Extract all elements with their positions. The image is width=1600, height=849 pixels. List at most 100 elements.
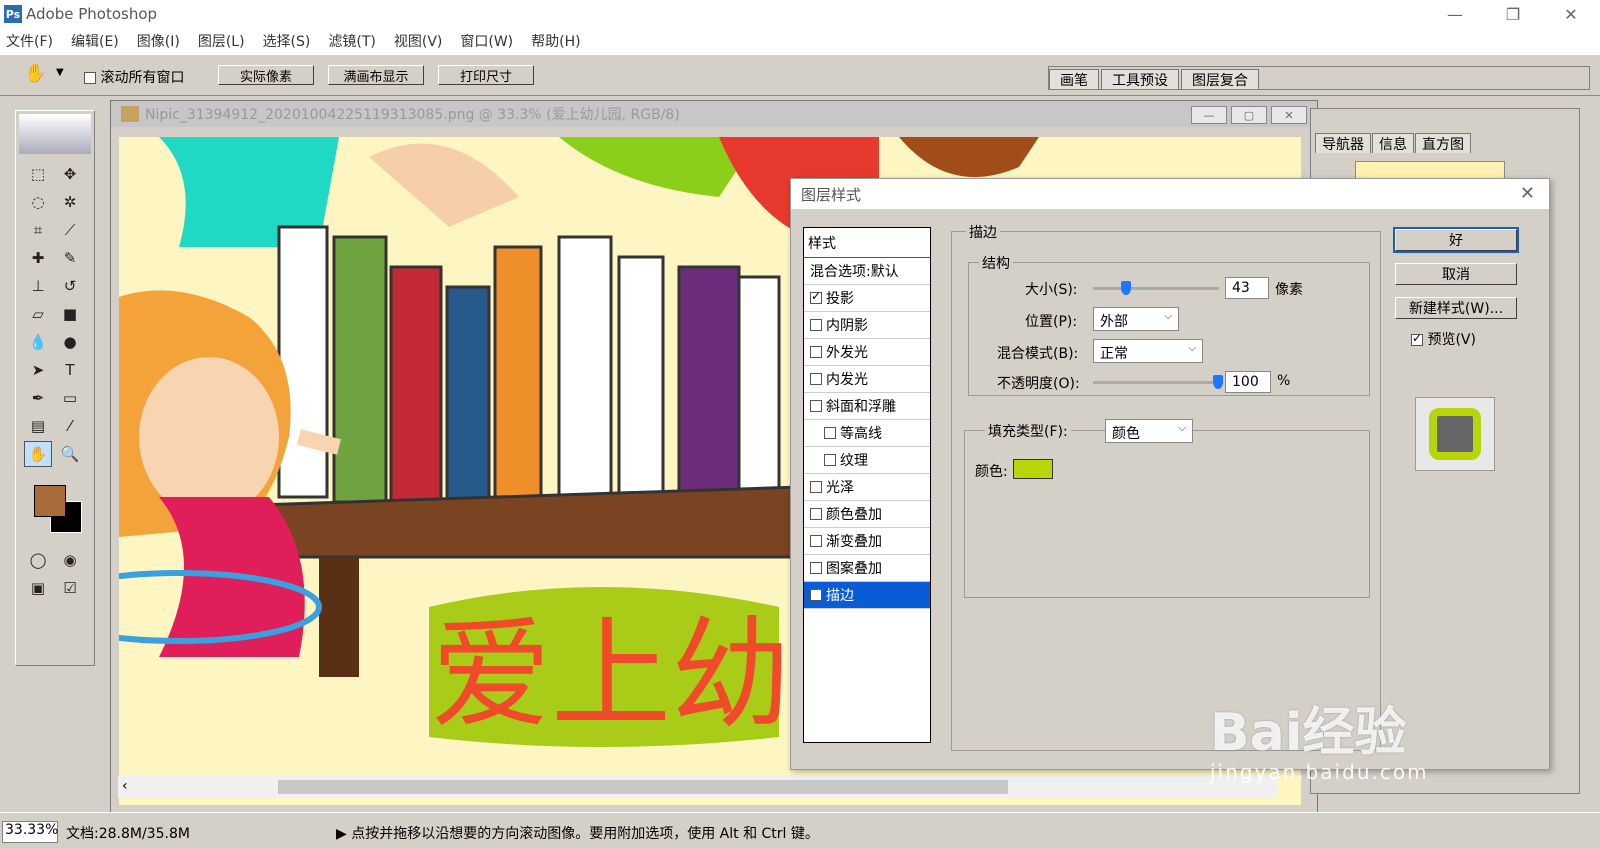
tab-brushes[interactable]: 画笔: [1049, 69, 1099, 89]
menu-file[interactable]: 文件(F): [6, 31, 53, 51]
style-checkbox[interactable]: [810, 535, 822, 547]
lasso-tool-icon[interactable]: ◌: [24, 189, 52, 215]
standard-mode-icon[interactable]: ◯: [24, 547, 52, 573]
dialog-titlebar[interactable]: 图层样式 ✕: [791, 179, 1549, 209]
size-input[interactable]: 43: [1225, 277, 1269, 299]
notes-tool-icon[interactable]: ▤: [24, 413, 52, 439]
new-style-button[interactable]: 新建样式(W)...: [1395, 297, 1517, 319]
fit-screen-button[interactable]: 满画布显示: [328, 65, 424, 85]
scroll-left-icon[interactable]: ‹: [122, 778, 128, 794]
eyedropper-icon[interactable]: ⁄: [56, 413, 84, 439]
opacity-input[interactable]: 100: [1225, 371, 1271, 393]
document-titlebar[interactable]: Nipic_31394912_20201004225119313085.png …: [111, 101, 1317, 127]
zoom-tool-icon[interactable]: 🔍: [56, 441, 84, 467]
style-checkbox[interactable]: [810, 481, 822, 493]
style-item-bevel-emboss[interactable]: 斜面和浮雕: [804, 393, 930, 420]
healing-brush-icon[interactable]: ✚: [24, 245, 52, 271]
style-item-satin[interactable]: 光泽: [804, 474, 930, 501]
opacity-slider-knob[interactable]: [1213, 375, 1223, 389]
eraser-tool-icon[interactable]: ▱: [24, 301, 52, 327]
blend-options-item[interactable]: 混合选项:默认: [804, 258, 930, 285]
size-slider[interactable]: [1093, 287, 1219, 290]
hand-tool-icon[interactable]: ✋: [24, 63, 46, 84]
magic-wand-icon[interactable]: ✲: [56, 189, 84, 215]
quick-mask-icon[interactable]: ◉: [56, 547, 84, 573]
style-item-gradient-overlay[interactable]: 渐变叠加: [804, 528, 930, 555]
scroll-all-windows[interactable]: 滚动所有窗口: [84, 67, 184, 87]
path-select-icon[interactable]: ➤: [24, 357, 52, 383]
style-checkbox[interactable]: [810, 400, 822, 412]
style-item-stroke[interactable]: 描边: [804, 582, 930, 609]
close-icon[interactable]: ✕: [1542, 0, 1600, 28]
gradient-tool-icon[interactable]: ■: [56, 301, 84, 327]
style-checkbox[interactable]: [810, 289, 822, 304]
scrollbar-thumb[interactable]: [278, 780, 1008, 794]
shape-tool-icon[interactable]: ▭: [56, 385, 84, 411]
blend-mode-select[interactable]: 正常 ⌵: [1093, 339, 1203, 363]
brush-tool-icon[interactable]: ✎: [56, 245, 84, 271]
menu-edit[interactable]: 编辑(E): [71, 31, 119, 51]
type-tool-icon[interactable]: T: [56, 357, 84, 383]
slice-tool-icon[interactable]: ⟋: [56, 217, 84, 243]
style-checkbox[interactable]: [824, 427, 836, 439]
menu-window[interactable]: 窗口(W): [460, 31, 513, 51]
pen-tool-icon[interactable]: ✒: [24, 385, 52, 411]
foreground-color-swatch[interactable]: [34, 485, 66, 517]
style-item-texture[interactable]: 纹理: [804, 447, 930, 474]
style-checkbox[interactable]: [810, 373, 822, 385]
marquee-tool-icon[interactable]: ⬚: [24, 161, 52, 187]
style-checkbox[interactable]: [810, 508, 822, 520]
history-brush-icon[interactable]: ↺: [56, 273, 84, 299]
feather-logo-icon[interactable]: [19, 114, 91, 154]
clone-stamp-icon[interactable]: ⊥: [24, 273, 52, 299]
styles-header[interactable]: 样式: [804, 228, 930, 258]
hand-tool-selected-icon[interactable]: ✋: [24, 441, 52, 467]
style-item-outer-glow[interactable]: 外发光: [804, 339, 930, 366]
preview-toggle[interactable]: 预览(V): [1411, 329, 1476, 349]
screen-mode-icon[interactable]: ▣: [24, 575, 52, 601]
tab-navigator[interactable]: 导航器: [1315, 133, 1371, 153]
style-item-pattern-overlay[interactable]: 图案叠加: [804, 555, 930, 582]
tab-layer-comps[interactable]: 图层复合: [1181, 69, 1259, 89]
imageready-icon[interactable]: ☑: [56, 575, 84, 601]
style-checkbox[interactable]: [810, 562, 822, 574]
dialog-close-icon[interactable]: ✕: [1520, 183, 1535, 204]
tab-histogram[interactable]: 直方图: [1415, 133, 1471, 153]
menu-image[interactable]: 图像(I): [137, 31, 180, 51]
crop-tool-icon[interactable]: ⌗: [24, 217, 52, 243]
menu-layer[interactable]: 图层(L): [198, 31, 245, 51]
stroke-color-swatch[interactable]: [1013, 459, 1053, 479]
minimize-icon[interactable]: —: [1426, 0, 1484, 28]
menu-select[interactable]: 选择(S): [263, 31, 311, 51]
fill-type-select[interactable]: 颜色 ⌵: [1105, 419, 1193, 443]
print-size-button[interactable]: 打印尺寸: [438, 65, 534, 85]
restore-icon[interactable]: ❐: [1484, 0, 1542, 28]
move-tool-icon[interactable]: ✥: [56, 161, 84, 187]
opacity-slider[interactable]: [1093, 381, 1217, 384]
style-item-inner-shadow[interactable]: 内阴影: [804, 312, 930, 339]
menu-help[interactable]: 帮助(H): [531, 31, 580, 51]
position-select[interactable]: 外部 ⌵: [1093, 307, 1179, 331]
tab-info[interactable]: 信息: [1372, 133, 1414, 153]
dodge-tool-icon[interactable]: ●: [56, 329, 84, 355]
ok-button[interactable]: 好: [1393, 227, 1519, 253]
preview-checkbox[interactable]: [1411, 331, 1423, 346]
document-size[interactable]: 文档:28.8M/35.8M: [66, 823, 190, 843]
zoom-field[interactable]: 33.33%: [2, 821, 58, 843]
style-item-color-overlay[interactable]: 颜色叠加: [804, 501, 930, 528]
tool-preset-caret-icon[interactable]: ▼: [56, 67, 64, 78]
doc-maximize-icon[interactable]: ▢: [1231, 106, 1267, 124]
actual-pixels-button[interactable]: 实际像素: [218, 65, 314, 85]
menu-view[interactable]: 视图(V): [394, 31, 443, 51]
horizontal-scrollbar[interactable]: ‹: [118, 776, 1278, 798]
doc-minimize-icon[interactable]: —: [1191, 106, 1227, 124]
scroll-all-checkbox[interactable]: [84, 72, 96, 84]
style-checkbox[interactable]: [810, 319, 822, 331]
style-checkbox[interactable]: [824, 454, 836, 466]
style-item-inner-glow[interactable]: 内发光: [804, 366, 930, 393]
doc-close-icon[interactable]: ✕: [1271, 106, 1307, 124]
style-item-drop-shadow[interactable]: 投影: [804, 285, 930, 312]
style-item-contour[interactable]: 等高线: [804, 420, 930, 447]
style-checkbox[interactable]: [810, 586, 822, 601]
size-slider-knob[interactable]: [1120, 281, 1131, 295]
